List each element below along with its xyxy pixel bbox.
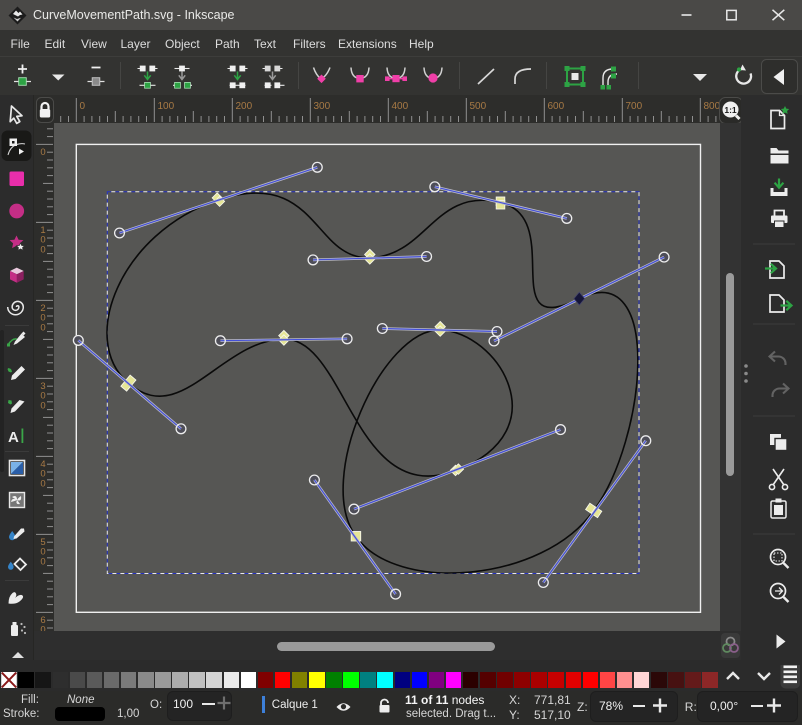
svg-text:300: 300 <box>314 101 331 112</box>
svg-text:500: 500 <box>470 101 487 112</box>
svg-text:0: 0 <box>40 322 45 333</box>
svg-text:0: 0 <box>40 244 45 255</box>
svg-text:800: 800 <box>704 101 721 112</box>
svg-text:1:1: 1:1 <box>724 105 737 115</box>
svg-text:200: 200 <box>236 101 253 112</box>
svg-text:100: 100 <box>158 101 175 112</box>
svg-text:0: 0 <box>40 147 45 158</box>
svg-text:600: 600 <box>548 101 565 112</box>
svg-text:400: 400 <box>392 101 409 112</box>
svg-text:0: 0 <box>40 556 45 567</box>
svg-text:700: 700 <box>626 101 643 112</box>
svg-text:0: 0 <box>80 101 86 112</box>
svg-text:0: 0 <box>40 400 45 411</box>
svg-text:0: 0 <box>40 478 45 489</box>
